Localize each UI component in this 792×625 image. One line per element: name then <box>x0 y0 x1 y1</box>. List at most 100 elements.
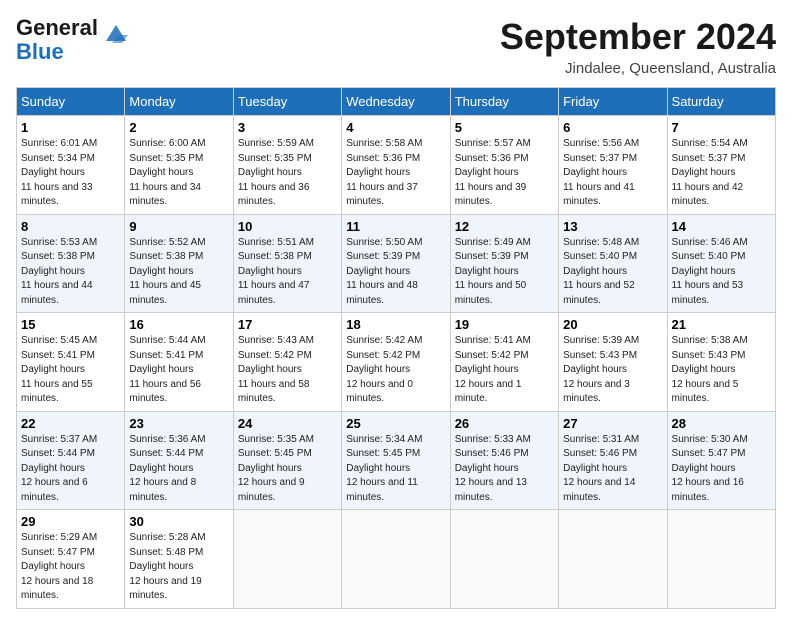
weekday-header-sunday: Sunday <box>17 88 125 116</box>
day-number: 23 <box>129 416 228 431</box>
logo-icon <box>102 21 130 49</box>
calendar-week-1: 1 Sunrise: 6:01 AMSunset: 5:34 PMDaylight… <box>17 116 776 215</box>
weekday-header-monday: Monday <box>125 88 233 116</box>
calendar-cell: 23 Sunrise: 5:36 AMSunset: 5:44 PMDayligh… <box>125 411 233 510</box>
day-info: Sunrise: 5:49 AMSunset: 5:39 PMDaylight … <box>455 236 554 309</box>
day-number: 21 <box>672 317 771 332</box>
day-number: 22 <box>21 416 120 431</box>
calendar-cell: 14Sunrise: 5:46 AMSunset: 5:40 PMDayligh… <box>667 214 775 313</box>
day-info: Sunrise: 6:00 AMSunset: 5:35 PMDaylight … <box>129 137 228 210</box>
calendar-week-2: 8Sunrise: 5:53 AMSunset: 5:38 PMDaylight… <box>17 214 776 313</box>
day-number: 17 <box>238 317 337 332</box>
calendar-cell <box>342 510 450 609</box>
day-info: Sunrise: 6:01 AMSunset: 5:34 PMDaylight … <box>21 137 120 210</box>
day-number: 20 <box>563 317 662 332</box>
day-number: 1 <box>21 120 120 135</box>
calendar-cell: 7Sunrise: 5:54 AMSunset: 5:37 PMDaylight… <box>667 116 775 215</box>
day-number: 11 <box>346 219 445 234</box>
calendar-cell: 17Sunrise: 5:43 AMSunset: 5:42 PMDayligh… <box>233 313 341 412</box>
day-info: Sunrise: 5:48 AMSunset: 5:40 PMDaylight … <box>563 236 662 309</box>
day-info: Sunrise: 5:45 AMSunset: 5:41 PMDaylight … <box>21 334 120 407</box>
calendar: SundayMondayTuesdayWednesdayThursdayFrid… <box>16 87 776 609</box>
logo: GeneralBlue <box>16 16 130 64</box>
day-info: Sunrise: 5:59 AMSunset: 5:35 PMDaylight … <box>238 137 337 210</box>
day-number: 12 <box>455 219 554 234</box>
calendar-cell: 3 Sunrise: 5:59 AMSunset: 5:35 PMDaylight… <box>233 116 341 215</box>
day-info: Sunrise: 5:52 AMSunset: 5:38 PMDaylight … <box>129 236 228 309</box>
day-number: 27 <box>563 416 662 431</box>
calendar-week-3: 15Sunrise: 5:45 AMSunset: 5:41 PMDayligh… <box>17 313 776 412</box>
weekday-header-friday: Friday <box>559 88 667 116</box>
day-info: Sunrise: 5:56 AMSunset: 5:37 PMDaylight … <box>563 137 662 210</box>
day-number: 3 <box>238 120 337 135</box>
calendar-cell: 25 Sunrise: 5:34 AMSunset: 5:45 PMDayligh… <box>342 411 450 510</box>
calendar-cell: 20 Sunrise: 5:39 AMSunset: 5:43 PMDayligh… <box>559 313 667 412</box>
day-info: Sunrise: 5:54 AMSunset: 5:37 PMDaylight … <box>672 137 771 210</box>
calendar-cell: 24 Sunrise: 5:35 AMSunset: 5:45 PMDayligh… <box>233 411 341 510</box>
calendar-cell: 6 Sunrise: 5:56 AMSunset: 5:37 PMDaylight… <box>559 116 667 215</box>
title-area: September 2024 Jindalee, Queensland, Aus… <box>500 16 776 77</box>
calendar-cell: 13Sunrise: 5:48 AMSunset: 5:40 PMDayligh… <box>559 214 667 313</box>
day-number: 6 <box>563 120 662 135</box>
calendar-cell: 30Sunrise: 5:28 AMSunset: 5:48 PMDayligh… <box>125 510 233 609</box>
day-info: Sunrise: 5:35 AMSunset: 5:45 PMDaylight … <box>238 433 337 506</box>
day-number: 29 <box>21 514 120 529</box>
day-number: 19 <box>455 317 554 332</box>
day-number: 9 <box>129 219 228 234</box>
day-number: 25 <box>346 416 445 431</box>
weekday-header-tuesday: Tuesday <box>233 88 341 116</box>
calendar-cell: 1 Sunrise: 6:01 AMSunset: 5:34 PMDaylight… <box>17 116 125 215</box>
day-info: Sunrise: 5:29 AMSunset: 5:47 PMDaylight … <box>21 531 120 604</box>
calendar-cell: 18Sunrise: 5:42 AMSunset: 5:42 PMDayligh… <box>342 313 450 412</box>
day-info: Sunrise: 5:58 AMSunset: 5:36 PMDaylight … <box>346 137 445 210</box>
calendar-cell: 10 Sunrise: 5:51 AMSunset: 5:38 PMDayligh… <box>233 214 341 313</box>
day-info: Sunrise: 5:30 AMSunset: 5:47 PMDaylight … <box>672 433 771 506</box>
day-number: 5 <box>455 120 554 135</box>
calendar-cell <box>667 510 775 609</box>
day-info: Sunrise: 5:39 AMSunset: 5:43 PMDaylight … <box>563 334 662 407</box>
weekday-header-saturday: Saturday <box>667 88 775 116</box>
calendar-cell: 22 Sunrise: 5:37 AMSunset: 5:44 PMDayligh… <box>17 411 125 510</box>
calendar-week-4: 22 Sunrise: 5:37 AMSunset: 5:44 PMDayligh… <box>17 411 776 510</box>
day-info: Sunrise: 5:57 AMSunset: 5:36 PMDaylight … <box>455 137 554 210</box>
calendar-cell: 9 Sunrise: 5:52 AMSunset: 5:38 PMDaylight… <box>125 214 233 313</box>
calendar-cell: 8Sunrise: 5:53 AMSunset: 5:38 PMDaylight… <box>17 214 125 313</box>
calendar-cell: 11 Sunrise: 5:50 AMSunset: 5:39 PMDayligh… <box>342 214 450 313</box>
calendar-cell: 5 Sunrise: 5:57 AMSunset: 5:36 PMDaylight… <box>450 116 558 215</box>
weekday-header-wednesday: Wednesday <box>342 88 450 116</box>
calendar-cell: 28Sunrise: 5:30 AMSunset: 5:47 PMDayligh… <box>667 411 775 510</box>
day-info: Sunrise: 5:37 AMSunset: 5:44 PMDaylight … <box>21 433 120 506</box>
calendar-cell: 29 Sunrise: 5:29 AMSunset: 5:47 PMDayligh… <box>17 510 125 609</box>
day-info: Sunrise: 5:44 AMSunset: 5:41 PMDaylight … <box>129 334 228 407</box>
calendar-cell: 21Sunrise: 5:38 AMSunset: 5:43 PMDayligh… <box>667 313 775 412</box>
day-info: Sunrise: 5:42 AMSunset: 5:42 PMDaylight … <box>346 334 445 407</box>
calendar-cell <box>559 510 667 609</box>
day-number: 10 <box>238 219 337 234</box>
weekday-header-thursday: Thursday <box>450 88 558 116</box>
day-info: Sunrise: 5:31 AMSunset: 5:46 PMDaylight … <box>563 433 662 506</box>
day-info: Sunrise: 5:34 AMSunset: 5:45 PMDaylight … <box>346 433 445 506</box>
logo-text: GeneralBlue <box>16 16 98 64</box>
calendar-cell: 15Sunrise: 5:45 AMSunset: 5:41 PMDayligh… <box>17 313 125 412</box>
day-number: 14 <box>672 219 771 234</box>
day-info: Sunrise: 5:51 AMSunset: 5:38 PMDaylight … <box>238 236 337 309</box>
month-title: September 2024 <box>500 16 776 58</box>
calendar-cell: 12 Sunrise: 5:49 AMSunset: 5:39 PMDayligh… <box>450 214 558 313</box>
calendar-cell: 26Sunrise: 5:33 AMSunset: 5:46 PMDayligh… <box>450 411 558 510</box>
day-info: Sunrise: 5:50 AMSunset: 5:39 PMDaylight … <box>346 236 445 309</box>
day-number: 24 <box>238 416 337 431</box>
calendar-cell <box>233 510 341 609</box>
calendar-week-5: 29 Sunrise: 5:29 AMSunset: 5:47 PMDayligh… <box>17 510 776 609</box>
calendar-cell: 16Sunrise: 5:44 AMSunset: 5:41 PMDayligh… <box>125 313 233 412</box>
calendar-cell: 27 Sunrise: 5:31 AMSunset: 5:46 PMDayligh… <box>559 411 667 510</box>
calendar-cell: 2 Sunrise: 6:00 AMSunset: 5:35 PMDaylight… <box>125 116 233 215</box>
day-number: 8 <box>21 219 120 234</box>
day-number: 4 <box>346 120 445 135</box>
day-info: Sunrise: 5:28 AMSunset: 5:48 PMDaylight … <box>129 531 228 604</box>
day-info: Sunrise: 5:33 AMSunset: 5:46 PMDaylight … <box>455 433 554 506</box>
header: GeneralBlue September 2024 Jindalee, Que… <box>16 16 776 77</box>
day-number: 2 <box>129 120 228 135</box>
calendar-cell <box>450 510 558 609</box>
calendar-cell: 4 Sunrise: 5:58 AMSunset: 5:36 PMDaylight… <box>342 116 450 215</box>
day-info: Sunrise: 5:36 AMSunset: 5:44 PMDaylight … <box>129 433 228 506</box>
